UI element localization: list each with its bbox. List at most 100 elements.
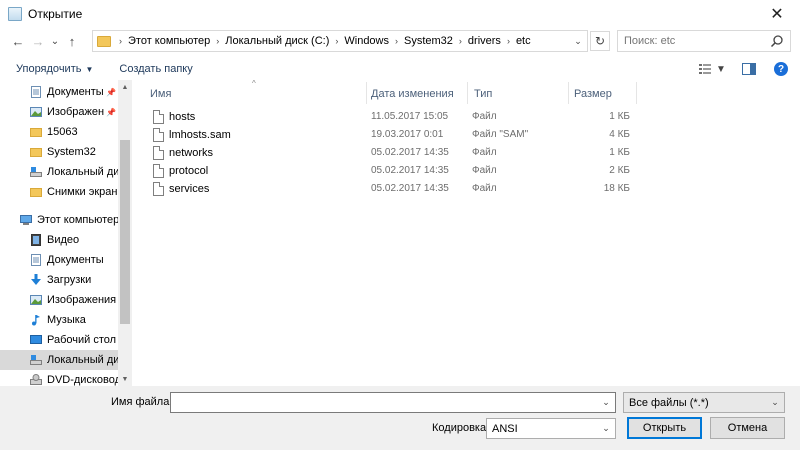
filename-dropdown-button[interactable]: ⌄: [597, 393, 615, 412]
breadcrumb-separator[interactable]: ›: [113, 36, 128, 46]
nav-item-pictures-pinned[interactable]: Изображени 📌: [0, 102, 118, 122]
breadcrumb-separator[interactable]: ›: [389, 36, 404, 46]
title-bar: Открытие ✕: [0, 0, 800, 28]
nav-item-pictures[interactable]: Изображения: [0, 290, 118, 310]
nav-item-downloads[interactable]: Загрузки: [0, 270, 118, 290]
nav-item-label: Рабочий стол: [47, 334, 117, 346]
nav-item-music[interactable]: Музыка: [0, 310, 118, 330]
file-name: hosts: [169, 111, 196, 123]
file-type-filter-value: Все файлы (*.*): [629, 396, 709, 409]
preview-pane-button[interactable]: [740, 60, 758, 78]
nav-item-label: Видео: [47, 234, 80, 246]
nav-item-folder-system32[interactable]: System32: [0, 142, 118, 162]
file-type-filter-select[interactable]: Все файлы (*.*) ⌄: [623, 392, 785, 413]
nav-item-documents-pinned[interactable]: Документы 📌: [0, 82, 118, 102]
breadcrumb-separator[interactable]: ›: [501, 36, 516, 46]
folder-icon: [30, 188, 42, 197]
column-divider[interactable]: [636, 82, 637, 104]
search-input[interactable]: [624, 35, 769, 47]
file-icon: [153, 146, 164, 160]
back-arrow-icon: ←: [11, 34, 25, 49]
search-icon[interactable]: [770, 34, 784, 48]
breadcrumb-this-pc[interactable]: Этот компьютер: [128, 35, 210, 47]
encoding-label: Кодировка:: [432, 422, 490, 434]
column-header-size[interactable]: Размер: [574, 82, 612, 106]
view-options-button[interactable]: [698, 60, 716, 78]
window-title: Открытие: [28, 7, 83, 21]
nav-item-label: Этот компьютер: [37, 214, 118, 226]
filter-dropdown-button[interactable]: ⌄: [766, 393, 784, 412]
help-button[interactable]: ?: [772, 60, 790, 78]
new-folder-button[interactable]: Создать папку: [119, 63, 192, 75]
cancel-button[interactable]: Отмена: [710, 417, 785, 439]
nav-item-video[interactable]: Видео: [0, 230, 118, 250]
nav-item-screenshots[interactable]: Снимки экрана: [0, 182, 118, 202]
address-dropdown-button[interactable]: ⌄: [569, 31, 587, 51]
close-button[interactable]: ✕: [754, 0, 800, 28]
file-date: 05.02.2017 14:35: [371, 165, 449, 176]
scrollbar-thumb[interactable]: [120, 140, 130, 324]
file-row[interactable]: services 05.02.2017 14:35 Файл 18 КБ: [136, 180, 636, 198]
nav-item-local-disk-quick[interactable]: Локальный дис: [0, 162, 118, 182]
file-row[interactable]: protocol 05.02.2017 14:35 Файл 2 КБ: [136, 162, 636, 180]
nav-item-dvd-drive[interactable]: DVD-дисковод (: [0, 370, 118, 386]
file-size: 1 КБ: [609, 147, 630, 158]
open-button[interactable]: Открыть: [627, 417, 702, 439]
window-icon: [8, 7, 22, 21]
nav-item-label: Локальный дис: [47, 354, 118, 366]
encoding-value: ANSI: [492, 422, 518, 435]
nav-item-this-pc[interactable]: Этот компьютер: [0, 210, 118, 230]
column-divider[interactable]: [467, 82, 468, 104]
nav-item-label: System32: [47, 146, 96, 158]
breadcrumb-system32[interactable]: System32: [404, 35, 453, 47]
scroll-up-icon[interactable]: ▲: [118, 80, 132, 94]
nav-item-folder-15063[interactable]: 15063: [0, 122, 118, 142]
column-divider[interactable]: [568, 82, 569, 104]
search-box[interactable]: [617, 30, 791, 52]
drive-icon: [30, 355, 42, 365]
filename-input[interactable]: [171, 393, 591, 412]
breadcrumb-local-disk[interactable]: Локальный диск (C:): [225, 35, 329, 47]
breadcrumb-drivers[interactable]: drivers: [468, 35, 501, 47]
breadcrumb-separator[interactable]: ›: [453, 36, 468, 46]
forward-button[interactable]: →: [28, 31, 48, 53]
address-bar[interactable]: › Этот компьютер › Локальный диск (C:) ›…: [92, 30, 588, 52]
back-button[interactable]: ←: [8, 31, 28, 53]
recent-locations-button[interactable]: ⌄: [48, 31, 62, 53]
breadcrumb-separator[interactable]: ›: [210, 36, 225, 46]
view-dropdown-button[interactable]: ▼: [716, 60, 726, 78]
breadcrumb-separator[interactable]: ›: [329, 36, 344, 46]
filename-combobox[interactable]: ⌄: [170, 392, 616, 413]
file-row[interactable]: lmhosts.sam 19.03.2017 0:01 Файл "SAM" 4…: [136, 126, 636, 144]
chevron-down-icon: ⌄: [771, 397, 779, 407]
up-button[interactable]: ↑: [62, 31, 82, 53]
nav-item-local-disk[interactable]: Локальный дис: [0, 350, 118, 370]
file-type: Файл "SAM": [472, 129, 529, 140]
help-icon: ?: [774, 62, 788, 76]
breadcrumb-windows[interactable]: Windows: [344, 35, 389, 47]
nav-item-documents[interactable]: Документы: [0, 250, 118, 270]
column-header-name[interactable]: Имя: [150, 82, 171, 106]
scroll-down-icon[interactable]: ▼: [118, 372, 132, 386]
file-row[interactable]: networks 05.02.2017 14:35 Файл 1 КБ: [136, 144, 636, 162]
file-name: networks: [169, 147, 214, 159]
file-row[interactable]: hosts 11.05.2017 15:05 Файл 1 КБ: [136, 108, 636, 126]
organize-button[interactable]: Упорядочить ▼: [16, 63, 93, 75]
nav-item-label: Загрузки: [47, 274, 92, 286]
nav-item-desktop[interactable]: Рабочий стол: [0, 330, 118, 350]
pin-icon: 📌: [106, 87, 116, 97]
file-icon: [153, 128, 164, 142]
refresh-button[interactable]: ↻: [590, 31, 610, 51]
file-icon: [153, 110, 164, 124]
column-header-label: Тип: [474, 88, 493, 100]
computer-icon: [20, 215, 32, 225]
nav-item-label: Локальный дис: [47, 166, 118, 178]
column-divider[interactable]: [366, 82, 367, 104]
column-header-type[interactable]: Тип: [474, 82, 492, 106]
nav-item-label: Снимки экрана: [47, 186, 118, 198]
nav-pane-scrollbar[interactable]: ▲ ▼: [118, 80, 132, 386]
encoding-dropdown-button[interactable]: ⌄: [597, 419, 615, 438]
encoding-select[interactable]: ANSI ⌄: [486, 418, 616, 439]
column-header-date[interactable]: Дата изменения: [371, 82, 454, 106]
breadcrumb-etc[interactable]: etc: [516, 35, 531, 47]
